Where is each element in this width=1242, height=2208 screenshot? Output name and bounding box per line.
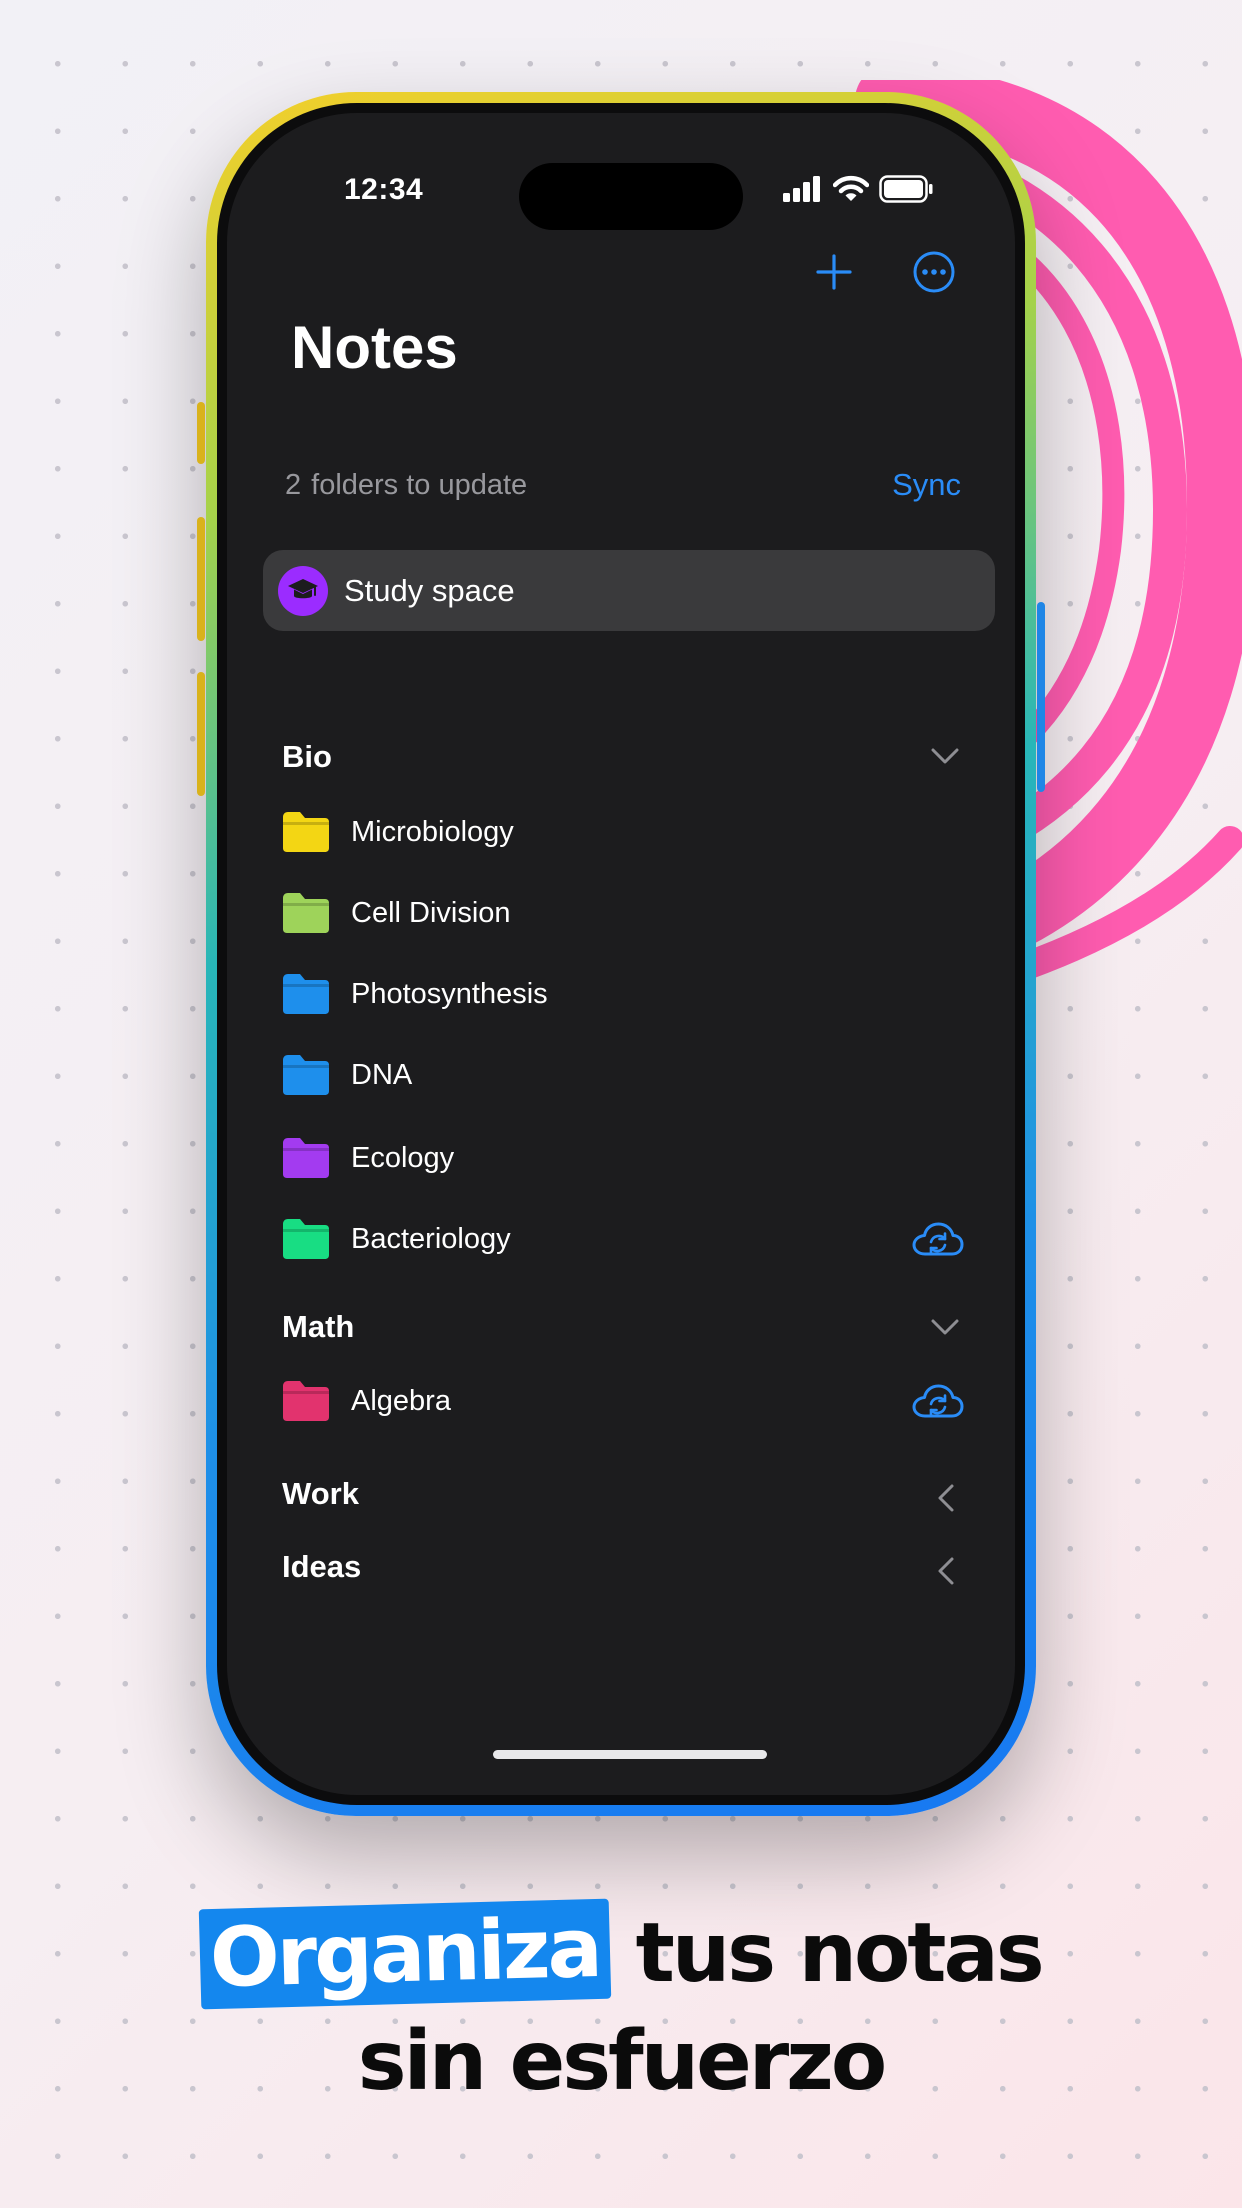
folder-label: Cell Division [351,896,511,929]
update-label: folders to update [311,469,528,501]
chevron-left-icon[interactable] [937,1483,955,1513]
tagline-highlight: Organiza [199,1898,612,2010]
home-indicator[interactable] [493,1750,767,1759]
sync-button[interactable]: Sync [892,467,961,503]
signal-icon [783,176,820,202]
folder-icon [283,1055,329,1095]
group-ideas-header[interactable]: Ideas [282,1549,361,1585]
marketing-tagline: Organiza tus notas sin esfuerzo [0,1898,1242,2116]
volume-down-button [197,672,205,796]
folder-item-ecology[interactable]: Ecology [281,1137,454,1179]
folder-label: DNA [351,1058,413,1091]
folder-item-microbiology[interactable]: Microbiology [281,811,514,853]
chevron-left-icon[interactable] [937,1556,955,1586]
chevron-down-icon[interactable] [930,1318,960,1336]
app-screen: 12:34 Notes 2 folders to update Sync Stu… [227,113,1015,1795]
group-work-header[interactable]: Work [282,1476,359,1512]
folder-icon [283,1219,329,1259]
page-title: Notes [291,314,458,381]
more-options-icon[interactable] [910,248,958,296]
dynamic-island [519,163,743,230]
group-bio-header[interactable]: Bio [282,739,332,775]
tagline-rest: tus notas [635,1906,1045,2001]
phone-bezel: 12:34 Notes 2 folders to update Sync Stu… [217,103,1025,1805]
action-button [197,402,205,464]
add-icon[interactable] [810,248,858,296]
folder-icon [283,812,329,852]
cloud-sync-icon[interactable] [911,1382,965,1422]
folder-item-bacteriology[interactable]: Bacteriology [281,1218,511,1260]
folder-icon [283,974,329,1014]
study-space-selector[interactable]: Study space [263,550,995,631]
folder-icon [283,1381,329,1421]
folder-item-cell-division[interactable]: Cell Division [281,892,511,934]
phone-frame: 12:34 Notes 2 folders to update Sync Stu… [197,92,1045,1816]
tagline-line-1: Organiza tus notas [0,1898,1242,2010]
folder-icon [283,893,329,933]
folders-to-update-text: 2 folders to update [285,469,527,502]
status-time: 12:34 [344,173,424,206]
tagline-line-2: sin esfuerzo [357,2014,887,2109]
folder-label: Ecology [351,1141,455,1174]
power-button [1037,602,1045,792]
folder-item-photosynthesis[interactable]: Photosynthesis [281,973,548,1015]
folder-label: Photosynthesis [351,977,548,1010]
folder-item-algebra[interactable]: Algebra [281,1380,451,1422]
folder-label: Algebra [351,1384,451,1417]
cloud-sync-icon[interactable] [911,1220,965,1260]
chevron-down-icon[interactable] [930,747,960,765]
graduation-cap-icon [278,565,328,616]
update-count: 2 [285,469,302,501]
status-icons [783,175,933,203]
group-math-header[interactable]: Math [282,1309,354,1345]
folder-label: Bacteriology [351,1222,511,1255]
folder-label: Microbiology [351,815,514,848]
folder-icon [283,1138,329,1178]
folder-item-dna[interactable]: DNA [281,1054,412,1096]
battery-icon [879,175,933,203]
volume-up-button [197,517,205,641]
wifi-icon [833,175,869,201]
study-space-label: Study space [344,572,515,608]
